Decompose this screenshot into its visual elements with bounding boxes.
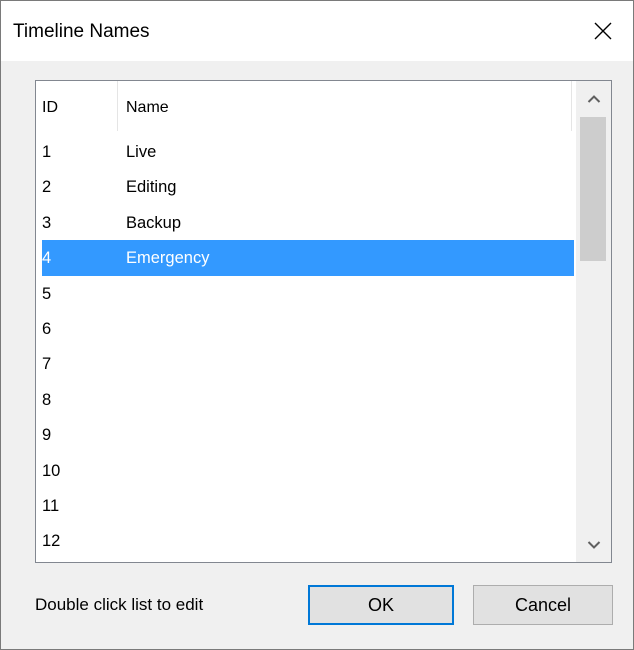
list-item[interactable]: 10	[36, 453, 576, 488]
scroll-up-button[interactable]	[576, 81, 611, 116]
list-item[interactable]: 2 Editing	[36, 169, 576, 204]
chevron-up-icon	[587, 94, 600, 103]
item-name: Editing	[126, 178, 177, 197]
close-icon	[594, 22, 612, 40]
close-button[interactable]	[573, 1, 633, 61]
list-item[interactable]: 5	[36, 276, 576, 311]
ok-button[interactable]: OK	[308, 585, 454, 625]
edit-hint-label: Double click list to edit	[35, 595, 204, 614]
list-header: ID Name	[36, 81, 576, 131]
list-item[interactable]: 11	[36, 488, 576, 523]
scroll-down-button[interactable]	[576, 527, 611, 562]
list-item[interactable]: 12	[36, 523, 576, 558]
chevron-down-icon	[587, 540, 600, 549]
item-name: Backup	[126, 213, 182, 232]
window-title: Timeline Names	[13, 21, 150, 42]
item-id: 4	[42, 249, 52, 268]
item-id: 6	[42, 319, 52, 338]
item-id: 5	[42, 284, 52, 303]
list-item[interactable]: 3 Backup	[36, 205, 576, 240]
item-id: 2	[42, 178, 52, 197]
list-item-selected[interactable]: 4 Emergency	[42, 240, 574, 276]
item-id: 9	[42, 426, 52, 445]
column-header-id[interactable]: ID	[36, 81, 118, 131]
item-id: 10	[42, 461, 61, 480]
list-rows: 1 Live 2 Editing 3 Backup 4 Emergency 5 6 7 …	[36, 134, 576, 559]
list-content: ID Name 1 Live 2 Editing 3 Backup 4 Emergenc…	[36, 81, 576, 562]
timeline-names-dialog: Timeline Names ID Name 1 Live 2 Editing 3 B…	[0, 0, 634, 650]
list-item[interactable]: 8	[36, 382, 576, 417]
item-name: Live	[126, 143, 157, 161]
item-id: 1	[42, 143, 52, 161]
cancel-button[interactable]: Cancel	[473, 585, 613, 625]
item-id: 12	[42, 532, 61, 551]
item-name: Emergency	[126, 249, 210, 268]
item-id: 7	[42, 355, 52, 374]
scrollbar-thumb[interactable]	[580, 117, 606, 261]
column-header-name[interactable]: Name	[118, 81, 572, 131]
item-id: 11	[42, 496, 60, 515]
list-item[interactable]: 1 Live	[36, 134, 576, 169]
list-item[interactable]: 7	[36, 346, 576, 381]
vertical-scrollbar[interactable]	[576, 81, 611, 562]
timeline-list[interactable]: ID Name 1 Live 2 Editing 3 Backup 4 Emergenc…	[35, 80, 612, 563]
title-bar: Timeline Names	[1, 1, 633, 61]
list-item[interactable]: 9	[36, 417, 576, 452]
item-id: 3	[42, 213, 52, 232]
item-id: 8	[42, 390, 52, 409]
list-item[interactable]: 6	[36, 311, 576, 346]
